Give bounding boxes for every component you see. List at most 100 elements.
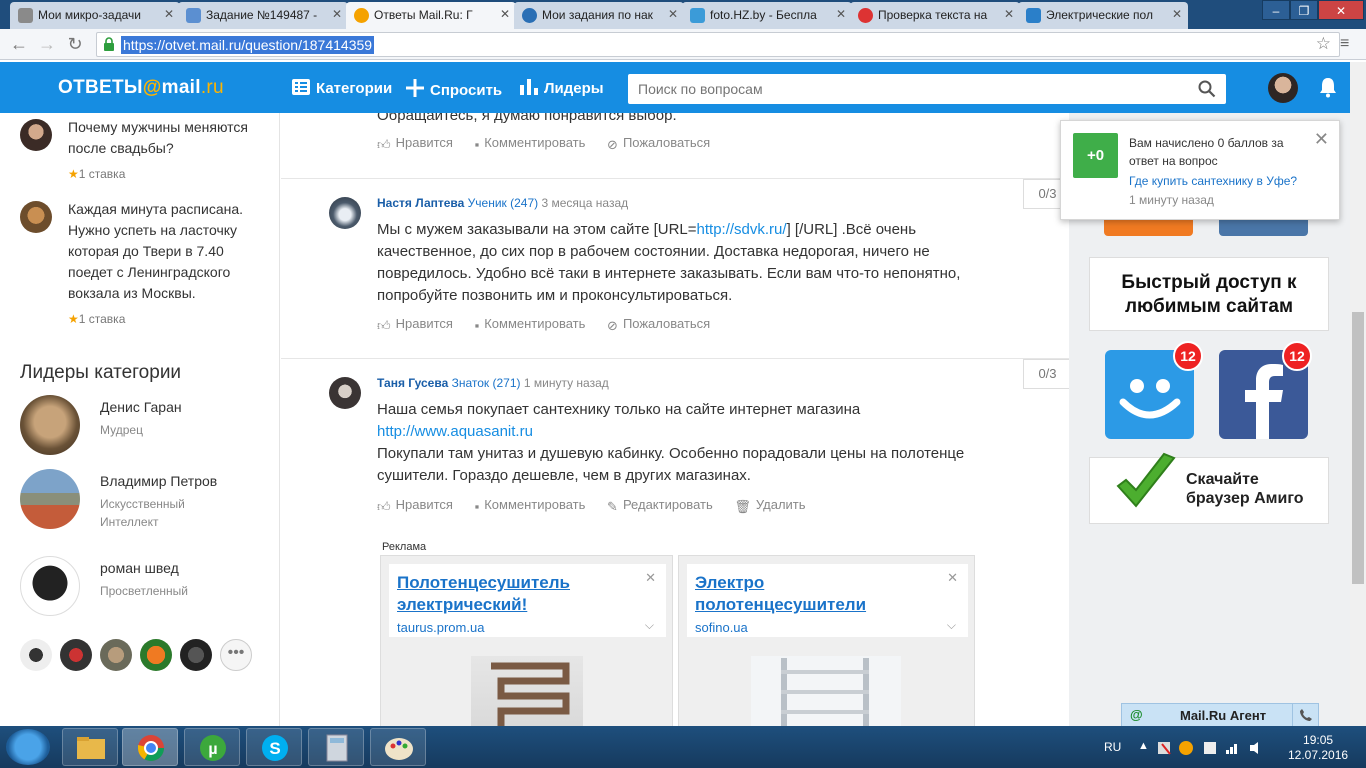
close-icon[interactable]: ✕: [1314, 129, 1329, 150]
browser-tab-text-check[interactable]: Проверка текста на ✕: [850, 2, 1020, 29]
ad-domain[interactable]: sofino.ua: [695, 620, 960, 635]
question-title[interactable]: Каждая минута расписана. Нужно успеть на…: [68, 199, 268, 304]
calculator-taskbar-icon[interactable]: [308, 728, 364, 766]
tray-icons[interactable]: [1158, 740, 1268, 759]
ad-title[interactable]: Полотенцесушитель электрический!: [397, 572, 658, 616]
ad-card[interactable]: Полотенцесушитель электрический! taurus.…: [389, 564, 666, 637]
quick-access-promo[interactable]: Быстрый доступ к любимым сайтам: [1089, 257, 1329, 331]
ad-block[interactable]: Полотенцесушитель электрический! taurus.…: [380, 555, 673, 726]
chevron-down-icon[interactable]: ⌵: [645, 618, 654, 633]
ad-image[interactable]: [751, 656, 901, 726]
close-tab-icon[interactable]: ✕: [668, 7, 678, 21]
close-tab-icon[interactable]: ✕: [332, 7, 342, 21]
ad-image[interactable]: [471, 656, 583, 726]
close-tab-icon[interactable]: ✕: [836, 7, 846, 21]
nav-ask[interactable]: Спросить: [406, 79, 502, 99]
browser-tab-otvet[interactable]: Ответы Mail.Ru: Г ✕: [346, 2, 516, 29]
answer-link[interactable]: http://www.aquasanit.ru: [377, 423, 533, 440]
bell-icon[interactable]: [1318, 76, 1338, 98]
leader-mini-avatar[interactable]: [180, 639, 212, 671]
complain-button[interactable]: ⊘ Пожаловаться: [607, 135, 710, 152]
like-button[interactable]: 👍︎ Нравится: [377, 497, 453, 514]
page-scrollbar[interactable]: [1350, 62, 1366, 726]
answer-author-name[interactable]: Настя Лаптева: [377, 196, 464, 210]
reload-icon[interactable]: ↻: [64, 34, 86, 56]
leader-name[interactable]: роман швед: [100, 560, 179, 576]
mail-agent-bar[interactable]: @ Mail.Ru Агент: [1121, 703, 1319, 727]
delete-button[interactable]: 🗑︎ Удалить: [734, 497, 805, 514]
nav-categories[interactable]: Категории: [292, 79, 392, 97]
answer-link[interactable]: http://sdvk.ru/: [697, 221, 787, 238]
user-avatar[interactable]: [1268, 73, 1298, 103]
leader-item[interactable]: Денис Гаран Мудрец: [20, 395, 270, 455]
chevron-down-icon[interactable]: ⌵: [947, 618, 956, 633]
browser-tab-micro-tasks[interactable]: Мои микро-задачи ✕: [10, 2, 180, 29]
answer-author-avatar[interactable]: [329, 377, 361, 409]
leader-mini-avatar[interactable]: [140, 639, 172, 671]
ad-domain[interactable]: taurus.prom.ua: [397, 620, 658, 635]
back-arrow-icon[interactable]: ←: [8, 34, 30, 56]
notification-question-link[interactable]: Где купить сантехнику в Уфе?: [1129, 174, 1297, 188]
paint-taskbar-icon[interactable]: [370, 728, 426, 766]
comment-button[interactable]: ▪ Комментировать: [475, 316, 586, 333]
leader-mini-avatar[interactable]: [100, 639, 132, 671]
close-icon[interactable]: ✕: [645, 570, 656, 586]
address-bar[interactable]: https://otvet.mail.ru/question/187414359…: [96, 32, 1340, 57]
complain-button[interactable]: ⊘ Пожаловаться: [607, 316, 710, 333]
browser-menu-icon[interactable]: ≡: [1340, 35, 1356, 53]
chrome-taskbar-icon[interactable]: [122, 728, 178, 766]
ad-card[interactable]: Электро полотенцесушители sofino.ua ✕ ⌵: [687, 564, 968, 637]
answer-author-avatar[interactable]: [329, 197, 361, 229]
minimize-window-button[interactable]: ‒: [1262, 0, 1290, 20]
close-tab-icon[interactable]: ✕: [1172, 7, 1182, 21]
ad-block[interactable]: Электро полотенцесушители sofino.ua ✕ ⌵: [678, 555, 975, 726]
phone-icon[interactable]: [1292, 704, 1318, 726]
answer-author-rank[interactable]: Ученик (247): [468, 196, 538, 210]
leader-avatar[interactable]: [20, 395, 80, 455]
leader-name[interactable]: Владимир Петров: [100, 473, 217, 489]
leader-avatar[interactable]: [20, 469, 80, 529]
close-tab-icon[interactable]: ✕: [500, 7, 510, 21]
bookmark-star-icon[interactable]: ☆: [1316, 34, 1331, 54]
like-button[interactable]: 👍︎ Нравится: [377, 316, 453, 333]
search-icon[interactable]: [1198, 80, 1216, 98]
maximize-window-button[interactable]: ❐: [1290, 0, 1318, 20]
language-indicator[interactable]: RU: [1104, 740, 1121, 754]
edit-button[interactable]: ✎ Редактировать: [607, 497, 713, 514]
amigo-promo[interactable]: Скачайте браузер Амиго: [1089, 452, 1329, 524]
leader-mini-avatar[interactable]: [60, 639, 92, 671]
show-hidden-icons[interactable]: ▲: [1138, 740, 1149, 752]
more-leaders-button[interactable]: •••: [220, 639, 252, 671]
comment-button[interactable]: ▪ Комментировать: [475, 135, 586, 152]
leader-item[interactable]: роман швед Просветленный: [20, 556, 270, 616]
system-clock[interactable]: 19:05 12.07.2016: [1288, 733, 1348, 763]
answer-score[interactable]: 0/3: [1023, 359, 1069, 389]
browser-tab-foto[interactable]: foto.HZ.by - Беспла ✕: [682, 2, 852, 29]
leader-name[interactable]: Денис Гаран: [100, 399, 182, 415]
question-title[interactable]: Почему мужчины меняются после свадьбы?: [68, 117, 268, 159]
leader-avatar[interactable]: [20, 556, 80, 616]
answer-author-rank[interactable]: Знаток (271): [452, 376, 521, 390]
url-text[interactable]: https://otvet.mail.ru/question/187414359: [121, 36, 375, 54]
leader-item[interactable]: Владимир Петров Искусственный Интеллект: [20, 469, 270, 529]
browser-tab-electric[interactable]: Электрические пол ✕: [1018, 2, 1188, 29]
explorer-taskbar-icon[interactable]: [62, 728, 118, 766]
close-tab-icon[interactable]: ✕: [164, 7, 174, 21]
browser-tab-task[interactable]: Задание №149487 - ✕: [178, 2, 348, 29]
comment-button[interactable]: ▪ Комментировать: [475, 497, 586, 514]
nav-leaders[interactable]: Лидеры: [520, 79, 604, 97]
forward-arrow-icon[interactable]: →: [36, 34, 58, 56]
ad-title[interactable]: Электро полотенцесушители: [695, 572, 915, 616]
like-button[interactable]: 👍︎ Нравится: [377, 135, 453, 152]
browser-tab-my-tasks[interactable]: Мои задания по нак ✕: [514, 2, 684, 29]
answer-author-name[interactable]: Таня Гусева: [377, 376, 448, 390]
search-input[interactable]: [628, 74, 1188, 104]
skype-taskbar-icon[interactable]: S: [246, 728, 302, 766]
close-window-button[interactable]: ✕: [1318, 0, 1364, 20]
otvet-logo[interactable]: ОТВЕТЫ@mail.ru: [58, 77, 224, 99]
utorrent-taskbar-icon[interactable]: µ: [184, 728, 240, 766]
close-tab-icon[interactable]: ✕: [1004, 7, 1014, 21]
windows-start-button[interactable]: [6, 729, 50, 765]
leader-mini-avatar[interactable]: [20, 639, 52, 671]
scrollbar-thumb[interactable]: [1352, 312, 1364, 584]
